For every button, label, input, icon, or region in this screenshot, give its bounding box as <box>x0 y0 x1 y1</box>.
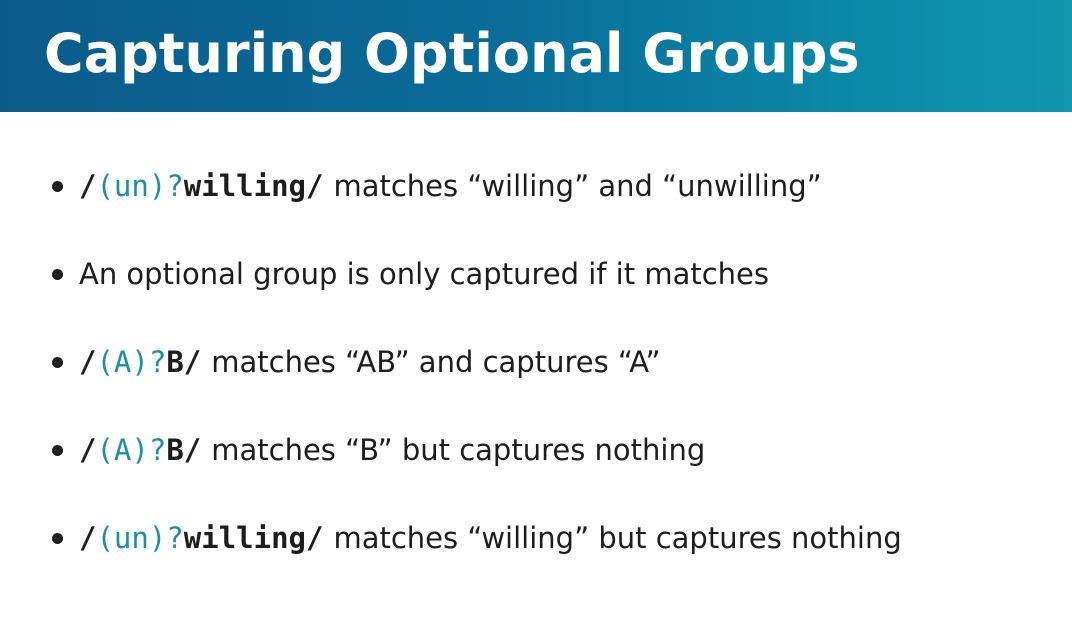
bullet-dot <box>52 180 63 192</box>
regex-code: /(un)?willing/ <box>79 521 323 555</box>
regex-literal: B <box>166 433 184 467</box>
regex-optional-group: (A)? <box>96 433 167 467</box>
regex-slash: / <box>79 169 97 203</box>
bullet-dot <box>52 356 63 368</box>
slide-title: Capturing Optional Groups <box>44 22 860 85</box>
bullet-item: /(un)?willing/ matches “willing” but cap… <box>52 510 902 566</box>
regex-slash: / <box>79 345 97 379</box>
regex-slash: / <box>183 433 202 467</box>
regex-optional-group: (un)? <box>96 169 184 203</box>
title-bar: Capturing Optional Groups <box>0 0 1072 112</box>
bullet-dot <box>52 532 63 544</box>
regex-slash: / <box>79 433 97 467</box>
regex-literal: willing <box>183 521 306 555</box>
bullet-list: /(un)?willing/ matches “willing” and “un… <box>52 158 902 598</box>
bullet-item: /(A)?B/ matches “AB” and captures “A” <box>52 334 902 390</box>
bullet-item: /(un)?willing/ matches “willing” and “un… <box>52 158 902 214</box>
bullet-text: matches “willing” but captures nothing <box>333 521 902 555</box>
regex-slash: / <box>183 345 202 379</box>
bullet-text: An optional group is only captured if it… <box>79 257 769 291</box>
regex-slash: / <box>306 521 324 555</box>
bullet-dot <box>52 444 63 456</box>
regex-slash: / <box>79 521 97 555</box>
bullet-text: matches “AB” and captures “A” <box>211 345 661 379</box>
regex-optional-group: (A)? <box>96 345 167 379</box>
regex-code: /(A)?B/ <box>79 433 201 467</box>
regex-literal: willing <box>183 169 306 203</box>
bullet-item: /(A)?B/ matches “B” but captures nothing <box>52 422 902 478</box>
bullet-dot <box>52 268 63 280</box>
bullet-text: matches “B” but captures nothing <box>211 433 706 467</box>
regex-literal: B <box>166 345 184 379</box>
bullet-item: An optional group is only captured if it… <box>52 246 902 302</box>
regex-optional-group: (un)? <box>96 521 184 555</box>
regex-code: /(A)?B/ <box>79 345 201 379</box>
slide: Capturing Optional Groups /(un)?willing/… <box>0 0 1072 626</box>
regex-code: /(un)?willing/ <box>79 169 323 203</box>
bullet-text: matches “willing” and “unwilling” <box>333 169 822 203</box>
regex-slash: / <box>306 169 324 203</box>
